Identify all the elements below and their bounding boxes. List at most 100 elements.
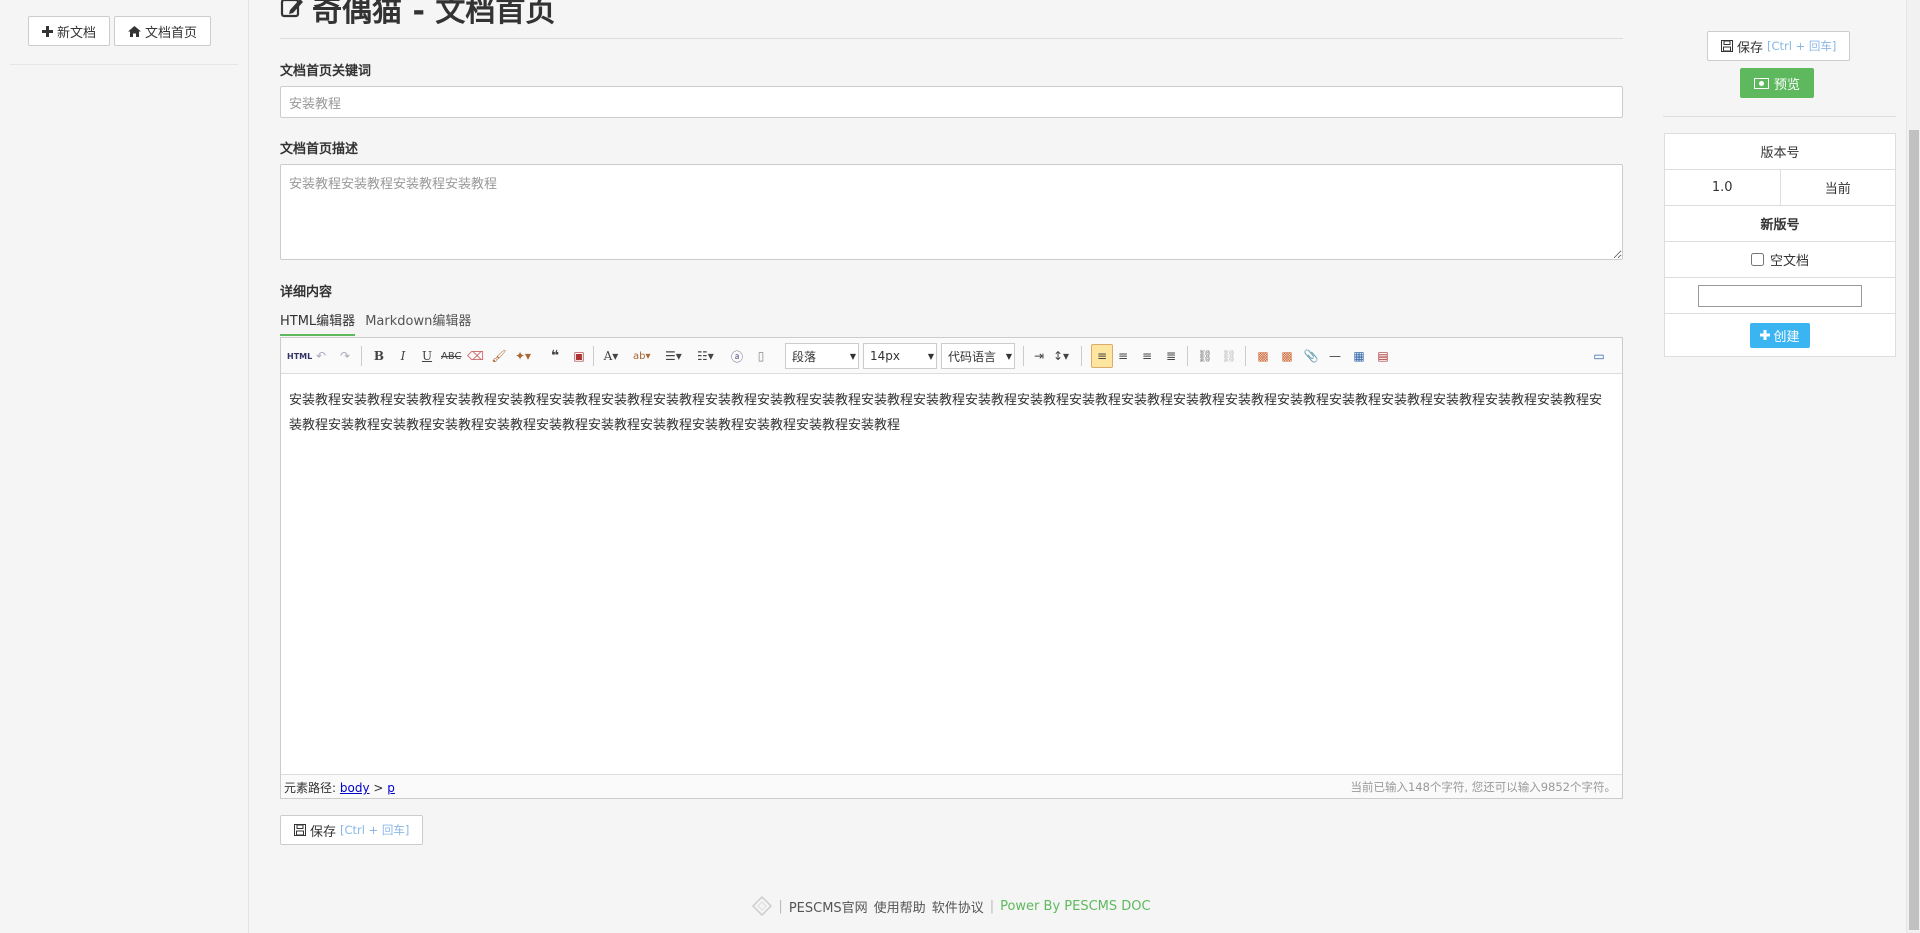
- title-divider: [280, 38, 1623, 39]
- undo-icon[interactable]: ↶: [313, 346, 329, 366]
- right-save-hint: [Ctrl + 回车]: [1767, 39, 1837, 53]
- version-table: 版本号 1.0 当前 新版号 空文档 创建: [1664, 133, 1896, 357]
- footer-separator: |: [989, 898, 995, 914]
- auto-format-icon[interactable]: ✦▾: [515, 346, 531, 366]
- save-icon: [294, 824, 306, 836]
- code-language-select[interactable]: 代码语言 ▼: [941, 343, 1015, 369]
- html-source-icon[interactable]: HTML: [287, 346, 312, 366]
- underline-icon[interactable]: U: [419, 346, 435, 366]
- line-height-icon[interactable]: ↕▾: [1053, 346, 1069, 366]
- bottom-save-button[interactable]: 保存 [Ctrl + 回车]: [280, 815, 424, 845]
- create-label: 创建: [1773, 329, 1800, 345]
- element-path-body-link[interactable]: body: [340, 781, 370, 795]
- bottom-save-hint: [Ctrl + 回车]: [340, 823, 410, 837]
- preview-icon: [1754, 77, 1769, 89]
- fullscreen-icon[interactable]: ▭: [1591, 346, 1607, 366]
- align-justify-icon[interactable]: ≣: [1163, 346, 1179, 366]
- new-doc-button[interactable]: 新文档: [28, 16, 111, 46]
- element-path-separator: >: [373, 781, 384, 795]
- create-button[interactable]: 创建: [1750, 322, 1810, 348]
- new-version-input-row: [1664, 277, 1896, 314]
- footer-link-license[interactable]: 软件协议: [932, 897, 984, 916]
- description-label: 文档首页描述: [280, 142, 359, 157]
- plus-icon: [1760, 330, 1771, 340]
- tab-markdown-editor[interactable]: Markdown编辑器: [365, 310, 471, 336]
- empty-doc-checkbox-label[interactable]: 空文档: [1750, 250, 1809, 269]
- main-content: 奇偶猫 - 文档首页 文档首页关键词 文档首页描述 安装教程安装教程安装教程安装…: [280, 0, 1623, 933]
- highlight-icon[interactable]: ab▾: [633, 346, 651, 366]
- blockquote-icon[interactable]: ❝: [547, 346, 563, 366]
- indent-icon[interactable]: ⇥: [1031, 346, 1047, 366]
- element-path-label: 元素路径:: [284, 781, 337, 795]
- editor-body[interactable]: 安装教程安装教程安装教程安装教程安装教程安装教程安装教程安装教程安装教程安装教程…: [289, 388, 1612, 438]
- font-size-select[interactable]: 14px ▼: [863, 343, 937, 369]
- footer-link-official[interactable]: PESCMS官网: [789, 897, 868, 916]
- paragraph-select[interactable]: 段落 ▼: [785, 343, 859, 369]
- bold-icon[interactable]: B: [371, 346, 387, 366]
- page-scrollbar[interactable]: [1906, 0, 1920, 933]
- empty-doc-row: 空文档: [1664, 241, 1896, 278]
- align-center-icon[interactable]: ≡: [1115, 346, 1131, 366]
- scrollbar-thumb[interactable]: [1909, 130, 1919, 930]
- new-doc-label: 新文档: [57, 25, 97, 41]
- preview-button[interactable]: 预览: [1740, 68, 1815, 98]
- horizontal-rule-icon[interactable]: —: [1327, 346, 1343, 366]
- unordered-list-icon[interactable]: ☷▾: [697, 346, 714, 366]
- italic-icon[interactable]: I: [395, 346, 411, 366]
- keywords-input[interactable]: [280, 86, 1623, 118]
- save-icon: [1721, 40, 1733, 52]
- attachment-icon[interactable]: 📎: [1303, 346, 1319, 366]
- format-brush-icon[interactable]: 🖌: [491, 346, 507, 366]
- version-value: 1.0: [1664, 169, 1781, 206]
- page-icon[interactable]: ▯: [753, 346, 769, 366]
- right-panel: 保存 [Ctrl + 回车] 预览 版本号 1.0 当前 新版号 空文档 创建: [1663, 0, 1920, 933]
- description-textarea[interactable]: 安装教程安装教程安装教程安装教程: [280, 164, 1623, 260]
- logo-icon: [752, 896, 773, 916]
- plus-icon: [42, 25, 53, 37]
- preview-label: 预览: [1774, 77, 1801, 93]
- redo-icon[interactable]: ↷: [337, 346, 353, 366]
- template-icon[interactable]: ▤: [1375, 346, 1391, 366]
- bottom-save-label: 保存: [310, 824, 337, 840]
- doc-home-label: 文档首页: [145, 25, 198, 41]
- doc-home-button[interactable]: 文档首页: [114, 16, 212, 46]
- ordered-list-icon[interactable]: ☰▾: [665, 346, 682, 366]
- align-left-icon[interactable]: ≡: [1091, 344, 1113, 368]
- left-sidebar: 新文档 文档首页: [0, 0, 249, 933]
- align-right-icon[interactable]: ≡: [1139, 346, 1155, 366]
- left-divider: [10, 64, 238, 65]
- element-path-p-link[interactable]: p: [387, 781, 395, 795]
- link-icon[interactable]: ⛓: [1197, 346, 1213, 366]
- new-version-input[interactable]: [1698, 284, 1862, 307]
- footer-separator: |: [778, 898, 783, 914]
- unlink-icon[interactable]: ⛓: [1221, 346, 1237, 366]
- tab-html-editor[interactable]: HTML编辑器: [280, 310, 356, 336]
- footer-power-link[interactable]: Power By PESCMS DOC: [1000, 899, 1150, 914]
- empty-doc-checkbox[interactable]: [1750, 252, 1764, 266]
- footer-link-help[interactable]: 使用帮助: [874, 897, 926, 916]
- version-header: 版本号: [1664, 133, 1896, 170]
- paste-text-icon[interactable]: ▣: [571, 346, 587, 366]
- image-icon[interactable]: ▩: [1255, 346, 1271, 366]
- eraser-icon[interactable]: ⌫: [467, 346, 484, 366]
- keywords-label: 文档首页关键词: [280, 64, 372, 79]
- chevron-down-icon: ▼: [849, 352, 856, 361]
- multi-image-icon[interactable]: ▩: [1279, 346, 1295, 366]
- empty-doc-label: 空文档: [1769, 253, 1809, 269]
- font-color-icon[interactable]: A▾: [603, 346, 619, 366]
- font-size-select-value: 14px: [870, 349, 900, 363]
- edit-icon: [280, 0, 304, 20]
- editor-statusbar: 元素路径: body > p 当前已输入148个字符, 您还可以输入9852个字…: [281, 774, 1622, 798]
- editor-tabs: HTML编辑器 Markdown编辑器: [280, 310, 471, 336]
- content-label: 详细内容: [280, 285, 333, 300]
- strikethrough-icon[interactable]: ABC: [441, 346, 462, 366]
- element-path: 元素路径: body > p: [284, 779, 395, 796]
- new-version-header: 新版号: [1664, 205, 1896, 242]
- right-save-button[interactable]: 保存 [Ctrl + 回车]: [1707, 31, 1851, 61]
- table-icon[interactable]: ▦: [1351, 346, 1367, 366]
- chevron-down-icon: ▼: [1005, 352, 1012, 361]
- word-count: 当前已输入148个字符, 您还可以输入9852个字符。: [1350, 780, 1616, 794]
- right-divider: [1663, 116, 1896, 117]
- anchor-icon[interactable]: ⓐ: [729, 346, 745, 366]
- code-language-select-value: 代码语言: [948, 349, 997, 364]
